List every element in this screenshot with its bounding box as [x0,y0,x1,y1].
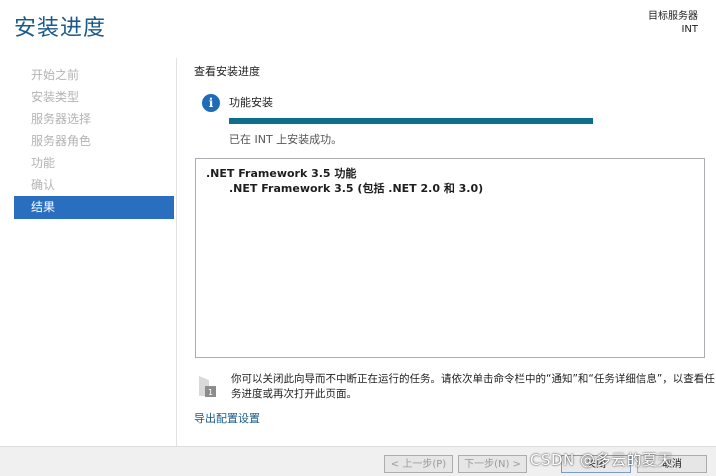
sidebar-item-before-you-begin: 开始之前 [31,68,80,82]
svg-text:1: 1 [208,388,213,397]
sidebar-item-installation-type: 安装类型 [31,90,80,104]
next-button[interactable]: 下一步(N) > [458,455,527,473]
sidebar-item-server-roles: 服务器角色 [31,134,92,148]
install-status-text: 已在 INT 上安装成功。 [229,133,343,146]
result-feature-subitem: .NET Framework 3.5 (包括 .NET 2.0 和 3.0) [229,182,484,195]
results-list[interactable]: .NET Framework 3.5 功能 .NET Framework 3.5… [195,158,705,358]
target-server: 目标服务器 INT [648,10,698,36]
watermark: CSDN @多云的夏天 [530,451,674,469]
progress-fill [229,118,593,124]
target-server-value: INT [681,24,698,35]
page-title: 安装进度 [14,16,107,41]
info-icon: i [202,94,220,112]
feature-installation-label: 功能安装 [229,96,273,109]
sidebar-item-features: 功能 [31,156,56,170]
sidebar-item-server-selection: 服务器选择 [31,112,92,126]
wizard-sidebar: 开始之前 安装类型 服务器选择 服务器角色 功能 确认 结果 [14,64,174,219]
sidebar-item-confirmation: 确认 [31,178,56,192]
vertical-divider [176,58,177,448]
flag-note-icon: 1 [199,376,216,397]
background-task-note: 你可以关闭此向导而不中断正在运行的任务。请依次单击命令栏中的“通知”和“任务详细… [231,373,715,400]
section-heading: 查看安装进度 [194,65,260,78]
target-server-label: 目标服务器 [648,11,698,22]
install-progress-bar [229,118,593,124]
previous-button[interactable]: < 上一步(P) [384,455,453,473]
export-config-link[interactable]: 导出配置设置 [194,410,260,426]
result-feature-title: .NET Framework 3.5 功能 [206,167,357,180]
sidebar-item-results[interactable]: 结果 [14,196,174,219]
